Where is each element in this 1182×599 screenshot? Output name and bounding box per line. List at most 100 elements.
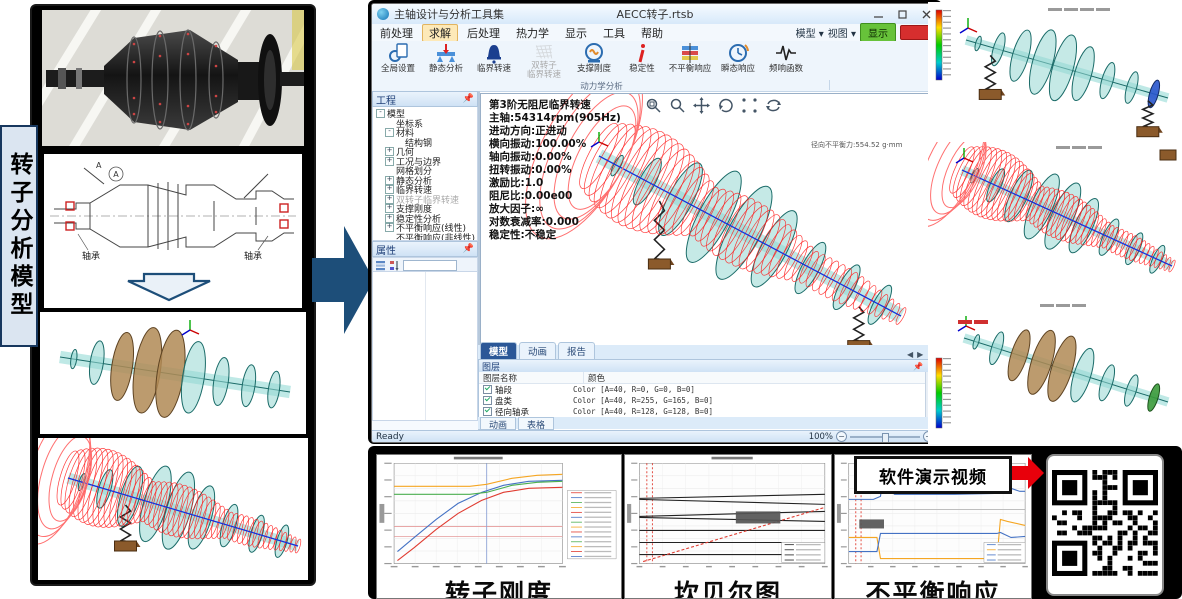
expand-icon[interactable]: + xyxy=(385,185,394,194)
layer-row-盘类[interactable]: 盘类Color [A=40, R=255, G=165, B=0] xyxy=(479,395,937,406)
doc-tab-模型[interactable]: 模型 xyxy=(480,342,517,359)
menu-工具[interactable]: 工具 xyxy=(596,24,632,42)
checkbox-checked-icon[interactable] xyxy=(483,385,492,394)
caption-placeholder xyxy=(1048,8,1110,11)
rotor-result-top xyxy=(928,2,1182,142)
fit-icon[interactable] xyxy=(741,97,758,114)
tool-dual-rotor: 双转子 临界转速 xyxy=(519,42,569,80)
zoom-slider[interactable] xyxy=(850,436,920,438)
expand-icon[interactable]: + xyxy=(385,223,394,232)
pan-icon[interactable] xyxy=(693,97,710,114)
tree-item-模型[interactable]: -模型 xyxy=(376,109,477,119)
tool-critical-speed[interactable]: 临界转速 xyxy=(471,42,517,80)
pin-icon[interactable]: 📌 xyxy=(463,94,474,104)
properties-panel-header: 属性 📌 xyxy=(372,241,478,257)
tool-support-stiffness[interactable]: 支撑刚度 xyxy=(571,42,617,80)
detail-a-label: A xyxy=(113,170,119,179)
chart-caption: 转子刚度 xyxy=(377,574,621,599)
ribbon-group-label: 动力学分析 xyxy=(374,80,830,90)
tool-unbalance-response[interactable]: 不平衡响应 xyxy=(667,42,713,80)
zoom-level: 100% xyxy=(809,432,833,442)
document-tabs: 模型动画报告◀▶✕ xyxy=(478,345,938,360)
layer-row-轴段[interactable]: 轴段Color [A=40, R=0, G=0, B=0] xyxy=(479,384,937,395)
tool-transient-response[interactable]: 瞬态响应 xyxy=(715,42,761,80)
chart-caption: 坎贝尔图 xyxy=(625,574,831,599)
expand-icon[interactable]: + xyxy=(385,157,394,166)
window-board: 主轴设计与分析工具集 AECC转子.rtsb 前处理求解后处理热力学显示工具帮助… xyxy=(368,0,942,444)
doc-tab-动画[interactable]: 动画 xyxy=(519,342,556,359)
pin-icon[interactable]: 📌 xyxy=(463,244,474,254)
rotor-photo-art xyxy=(42,10,304,146)
annotation-line: 横向振动:100.00% xyxy=(489,138,621,151)
checkbox-checked-icon[interactable] xyxy=(483,407,492,416)
zoom-icon[interactable] xyxy=(669,97,686,114)
tab-prev-icon[interactable]: ◀ xyxy=(907,350,913,359)
refresh-icon[interactable] xyxy=(765,97,782,114)
collapse-icon[interactable]: - xyxy=(385,128,394,137)
screenshot-canvas: A A 轴承 轴承 转子分析模型 xyxy=(0,0,1182,599)
tool-stability[interactable]: 稳定性 xyxy=(619,42,665,80)
tool-label: 静态分析 xyxy=(429,65,463,74)
menu-后处理[interactable]: 后处理 xyxy=(460,24,507,42)
zoom-window-icon[interactable] xyxy=(645,97,662,114)
layers-panel: 图层 📌✕ 图层名称 颜色 轴段Color [A=40, R=0, G=0, B… xyxy=(478,359,938,419)
tab-next-icon[interactable]: ▶ xyxy=(917,350,923,359)
properties-grid xyxy=(372,271,478,421)
view-dropdown[interactable]: 视图 ▾ xyxy=(828,25,856,40)
chart-rotor-stiffness: 转子刚度 xyxy=(376,454,622,599)
show-button[interactable]: 显示 xyxy=(860,23,896,42)
settings-icon xyxy=(387,42,409,64)
tool-label: 频响函数 xyxy=(769,65,803,74)
static-analysis-icon xyxy=(435,42,457,64)
bottom-tab-表格[interactable]: 表格 xyxy=(518,417,554,430)
menubar: 前处理求解后处理热力学显示工具帮助 模型 ▾ 视图 ▾ 显示 xyxy=(372,24,938,42)
menu-显示[interactable]: 显示 xyxy=(558,24,594,42)
layer-color-value: Color [A=40, R=0, G=0, B=0] xyxy=(573,385,695,394)
tool-settings[interactable]: 全局设置 xyxy=(375,42,421,80)
layer-color-value: Color [A=40, R=255, G=165, B=0] xyxy=(573,396,713,405)
checkbox-checked-icon[interactable] xyxy=(483,396,492,405)
properties-filter-input[interactable] xyxy=(403,260,457,271)
expand-icon[interactable]: + xyxy=(385,147,394,156)
bearing-left-label: 轴承 xyxy=(82,250,100,262)
bottom-tabs: 动画表格 xyxy=(478,417,938,429)
tree-item-坐标系[interactable]: 坐标系 xyxy=(376,119,477,129)
menu-求解[interactable]: 求解 xyxy=(422,24,458,42)
close-button[interactable] xyxy=(914,5,938,23)
categorize-icon[interactable] xyxy=(375,260,386,271)
mode-annotation: 第3阶无阻尼临界转速主轴:54314rpm(905Hz)进动方向:正进动横向振动… xyxy=(489,99,621,242)
rotor-result-top-art xyxy=(928,2,1182,142)
model-dropdown[interactable]: 模型 ▾ xyxy=(796,25,824,40)
tool-static-analysis[interactable]: 静态分析 xyxy=(423,42,469,80)
doc-tab-报告[interactable]: 报告 xyxy=(558,342,595,359)
expand-icon[interactable]: + xyxy=(385,204,394,213)
flow-arrow-right-icon xyxy=(312,226,374,336)
project-tree: -模型坐标系-材料结构钢+几何+工况与边界网格划分+静态分析+临界转速+双转子临… xyxy=(372,107,478,241)
layer-row-径向轴承[interactable]: 径向轴承Color [A=40, R=128, G=128, B=0] xyxy=(479,406,937,417)
status-text: Ready xyxy=(376,432,404,442)
viewport-3d[interactable]: 第3阶无阻尼临界转速主轴:54314rpm(905Hz)进动方向:正进动横向振动… xyxy=(480,93,934,347)
collapse-icon[interactable]: - xyxy=(376,109,385,118)
tool-label: 支撑刚度 xyxy=(577,65,611,74)
tool-frf[interactable]: 频响函数 xyxy=(763,42,809,80)
chart-caption: 不平衡响应 xyxy=(835,574,1031,599)
annotation-line: 对数衰减率:0.000 xyxy=(489,216,621,229)
banner-label: 转子分析模型 xyxy=(2,152,36,320)
bottom-tab-动画[interactable]: 动画 xyxy=(480,417,516,430)
annotation-line: 第3阶无阻尼临界转速 xyxy=(489,99,621,112)
menu-热力学[interactable]: 热力学 xyxy=(509,24,556,42)
menu-前处理[interactable]: 前处理 xyxy=(373,24,420,42)
statusbar: Ready 100% − + xyxy=(372,430,938,442)
zoom-out-button[interactable]: − xyxy=(836,431,847,442)
unbalance-force-label: 径向不平衡力:554.52 g·mm xyxy=(811,140,902,150)
rotate-icon[interactable] xyxy=(717,97,734,114)
rotor-result-bottom xyxy=(928,298,1182,448)
annotation-line: 主轴:54314rpm(905Hz) xyxy=(489,112,621,125)
annotation-line: 进动方向:正进动 xyxy=(489,125,621,138)
sort-az-icon[interactable] xyxy=(389,260,400,271)
maximize-button[interactable] xyxy=(890,5,914,23)
minimize-button[interactable] xyxy=(866,5,890,23)
pin-icon[interactable]: 📌 xyxy=(913,362,923,371)
annotation-line: 放大因子:∞ xyxy=(489,203,621,216)
menu-帮助[interactable]: 帮助 xyxy=(634,24,670,42)
